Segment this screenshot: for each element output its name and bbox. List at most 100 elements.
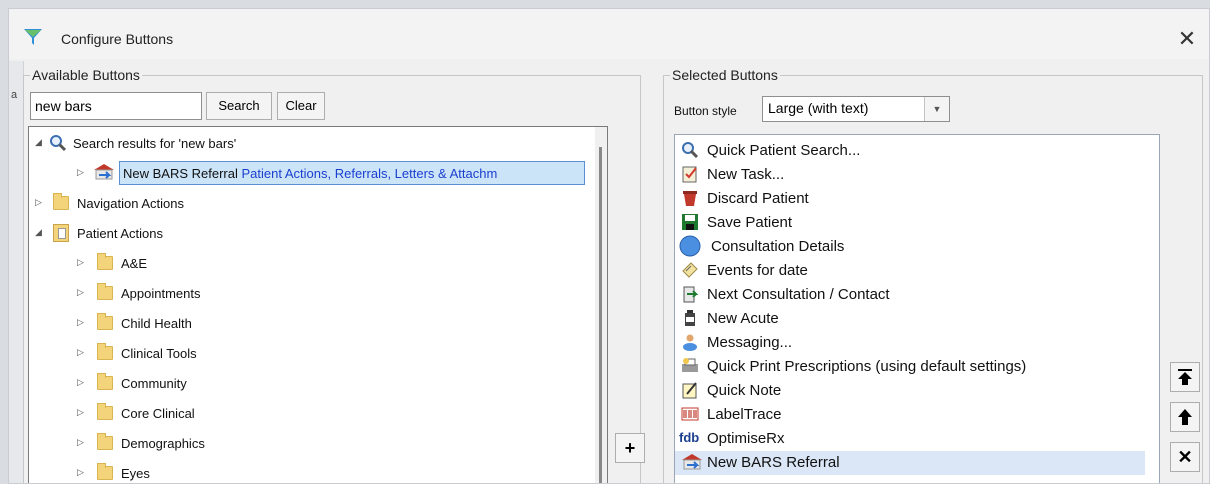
button-style-value: Large (with text) xyxy=(768,100,869,116)
tree-row-folder[interactable]: ▷ Clinical Tools xyxy=(29,343,589,365)
folder-icon xyxy=(97,313,113,330)
tree-row-folder[interactable]: ▷ Child Health xyxy=(29,313,589,335)
list-item[interactable]: LabelTrace xyxy=(675,403,1145,427)
collapsed-arrow-icon[interactable]: ▷ xyxy=(77,377,84,388)
events-calendar-icon xyxy=(682,262,698,278)
tree-row-search-results[interactable]: ◢ Search results for 'new bars' xyxy=(29,133,589,155)
move-up-button[interactable] xyxy=(1170,402,1200,432)
item-label: Consultation Details xyxy=(711,238,845,255)
list-item-selected[interactable]: New BARS Referral xyxy=(675,451,1145,475)
list-item[interactable]: Discard Patient xyxy=(675,187,1145,211)
folder-label: A&E xyxy=(121,256,148,271)
tree-row-folder[interactable]: ▷ A&E xyxy=(29,253,589,275)
move-to-top-button[interactable] xyxy=(1170,362,1200,392)
item-label: Save Patient xyxy=(707,214,793,231)
available-buttons-group: Available Buttons Search Clear ◢ Search … xyxy=(23,67,641,483)
configure-buttons-dialog: Configure Buttons ✕ a Available Buttons … xyxy=(8,8,1210,484)
tree-row-patient-actions[interactable]: ◢ Patient Actions xyxy=(29,223,589,245)
list-item[interactable]: Quick Print Prescriptions (using default… xyxy=(675,355,1145,379)
next-consultation-icon xyxy=(683,286,699,303)
folder-label: Eyes xyxy=(121,466,150,481)
close-button[interactable]: ✕ xyxy=(1173,25,1201,53)
add-button[interactable]: + xyxy=(615,433,645,463)
filter-funnel-icon xyxy=(24,29,42,45)
button-style-select[interactable]: Large (with text) ▼ xyxy=(762,96,950,122)
folder-icon xyxy=(97,463,113,480)
bars-referral-icon xyxy=(682,454,702,470)
item-label: Discard Patient xyxy=(707,190,809,207)
list-item[interactable]: Next Consultation / Contact xyxy=(675,283,1145,307)
tree-row-navigation-actions[interactable]: ▷ Navigation Actions xyxy=(29,193,589,215)
task-icon xyxy=(682,166,697,183)
clear-button[interactable]: Clear xyxy=(277,92,325,120)
item-label: Quick Patient Search... xyxy=(707,142,861,159)
list-item[interactable]: New Acute xyxy=(675,307,1145,331)
list-item[interactable]: Quick Note xyxy=(675,379,1145,403)
item-label: Events for date xyxy=(707,262,808,279)
list-item[interactable]: fdb OptimiseRx xyxy=(675,427,1145,451)
item-label: Quick Note xyxy=(707,382,782,399)
collapsed-arrow-icon[interactable]: ▷ xyxy=(77,257,84,268)
fdb-logo-icon: fdb xyxy=(679,430,700,445)
new-bars-referral-category: Patient Actions, Referrals, Letters & At… xyxy=(241,166,498,181)
folder-icon xyxy=(97,403,113,420)
item-label: LabelTrace xyxy=(707,406,782,423)
new-bars-referral-item[interactable]: ▷ New BARS Referral Patient Actions, Ref… xyxy=(29,163,589,185)
list-item[interactable]: Consultation Details xyxy=(675,235,1145,259)
list-item[interactable]: Events for date xyxy=(675,259,1145,283)
expanded-arrow-icon[interactable]: ◢ xyxy=(35,137,42,148)
item-label: Messaging... xyxy=(707,334,793,351)
collapsed-arrow-icon[interactable]: ▷ xyxy=(77,167,84,178)
button-style-label: Button style xyxy=(674,104,737,118)
collapsed-arrow-icon[interactable]: ▷ xyxy=(77,347,84,358)
folder-icon xyxy=(97,343,113,360)
folder-icon xyxy=(97,433,113,450)
collapsed-arrow-icon[interactable]: ▷ xyxy=(77,407,84,418)
folder-icon xyxy=(97,283,113,300)
bg-char: a xyxy=(11,89,18,101)
labeltrace-barcode-icon xyxy=(681,407,699,421)
chevron-down-icon[interactable]: ▼ xyxy=(924,97,949,121)
list-item[interactable]: Save Patient xyxy=(675,211,1145,235)
collapsed-arrow-icon[interactable]: ▷ xyxy=(77,467,84,478)
remove-button[interactable]: ✕ xyxy=(1170,442,1200,472)
tree-row-folder[interactable]: ▷ Appointments xyxy=(29,283,589,305)
collapsed-arrow-icon[interactable]: ▷ xyxy=(35,197,42,208)
item-label: New BARS Referral xyxy=(707,454,840,471)
collapsed-arrow-icon[interactable]: ▷ xyxy=(77,317,84,328)
collapsed-arrow-icon[interactable]: ▷ xyxy=(77,437,84,448)
folder-open-icon xyxy=(53,224,69,242)
selected-buttons-list: Quick Patient Search... New Task... Disc… xyxy=(674,134,1160,483)
consultation-circle-icon xyxy=(679,235,701,257)
folder-label: Clinical Tools xyxy=(121,346,197,361)
tree-row-folder[interactable]: ▷ Community xyxy=(29,373,589,395)
quick-search-icon xyxy=(682,142,699,159)
bars-referral-icon xyxy=(94,164,114,180)
list-item[interactable]: Messaging... xyxy=(675,331,1145,355)
list-item[interactable]: New Task... xyxy=(675,163,1145,187)
search-input[interactable] xyxy=(30,92,202,120)
collapsed-arrow-icon[interactable]: ▷ xyxy=(77,287,84,298)
scrollbar-thumb[interactable] xyxy=(599,147,602,483)
patient-actions-label: Patient Actions xyxy=(77,226,163,241)
item-label: Quick Print Prescriptions (using default… xyxy=(707,358,1027,375)
move-top-icon xyxy=(1178,369,1192,385)
search-button[interactable]: Search xyxy=(206,92,272,120)
title-bar: Configure Buttons ✕ xyxy=(9,9,1209,59)
list-item[interactable]: Quick Patient Search... xyxy=(675,139,1145,163)
folder-icon xyxy=(97,373,113,390)
tree-row-folder[interactable]: ▷ Core Clinical xyxy=(29,403,589,425)
available-buttons-tree: ◢ Search results for 'new bars' ▷ New BA… xyxy=(28,126,608,483)
new-bars-referral-text: New BARS Referral Patient Actions, Refer… xyxy=(123,166,497,181)
medicine-bottle-icon xyxy=(685,310,695,326)
new-bars-referral-name: New BARS Referral xyxy=(123,166,238,181)
available-buttons-label: Available Buttons xyxy=(30,67,142,83)
item-label: Next Consultation / Contact xyxy=(707,286,890,303)
folder-icon xyxy=(97,253,113,270)
expanded-arrow-icon[interactable]: ◢ xyxy=(35,227,42,238)
tree-scrollbar[interactable] xyxy=(595,127,607,483)
save-disk-icon xyxy=(682,214,698,230)
discard-icon xyxy=(683,191,697,206)
tree-row-folder[interactable]: ▷ Demographics xyxy=(29,433,589,455)
tree-row-folder[interactable]: ▷ Eyes xyxy=(29,463,589,483)
